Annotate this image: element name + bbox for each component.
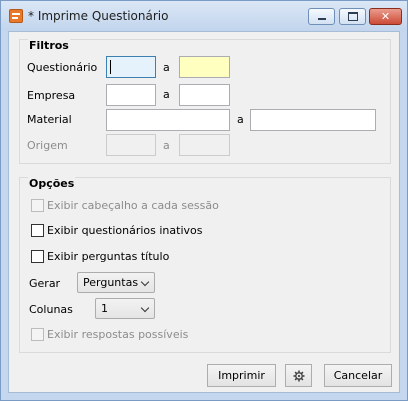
origem-from-input (106, 134, 156, 156)
gerar-label: Gerar (29, 277, 61, 290)
gerar-select[interactable]: Perguntas (77, 272, 155, 293)
cancelar-button[interactable]: Cancelar (324, 364, 392, 387)
imprimir-button-label: Imprimir (218, 369, 265, 382)
empresa-range-sep: a (163, 88, 170, 101)
checkbox-box (31, 199, 44, 212)
imprimir-button[interactable]: Imprimir (207, 364, 276, 387)
text-caret (110, 60, 111, 74)
checkbox-box (31, 328, 44, 341)
filtros-group: Filtros Questionário a Empresa a Materia… (19, 39, 391, 164)
dialog-content: Filtros Questionário a Empresa a Materia… (8, 31, 400, 393)
origem-to-input (179, 134, 230, 156)
app-icon (9, 9, 23, 23)
maximize-button[interactable] (339, 8, 366, 25)
material-range-sep: a (237, 113, 244, 126)
chevron-down-icon (140, 277, 150, 287)
close-button[interactable]: ✕ (369, 8, 402, 25)
questionario-from-input[interactable] (106, 56, 156, 78)
exibir-inativos-label[interactable]: Exibir questionários inativos (47, 224, 202, 237)
filtros-legend: Filtros (28, 39, 70, 52)
settings-button[interactable] (285, 364, 312, 387)
cancelar-button-label: Cancelar (333, 369, 383, 382)
empresa-from-input[interactable] (106, 84, 156, 106)
origem-label: Origem (27, 139, 68, 152)
chevron-down-icon (140, 303, 150, 313)
exibir-respostas-label: Exibir respostas possíveis (47, 328, 189, 341)
colunas-selected-value: 1 (101, 302, 108, 315)
checkbox-box[interactable] (31, 250, 44, 263)
questionario-label: Questionário (27, 61, 98, 74)
material-from-input[interactable] (106, 109, 230, 131)
questionario-to-input[interactable] (179, 56, 230, 78)
dialog-window: * Imprime Questionário ✕ Filtros Questio… (0, 0, 408, 401)
opcoes-legend: Opções (28, 177, 76, 190)
colunas-label: Colunas (29, 303, 73, 316)
checkbox-box[interactable] (31, 224, 44, 237)
close-icon: ✕ (380, 10, 391, 23)
minimize-button[interactable] (308, 8, 335, 25)
empresa-to-input[interactable] (179, 84, 230, 106)
gerar-selected-value: Perguntas (83, 276, 139, 289)
questionario-range-sep: a (163, 61, 170, 74)
exibir-perguntas-titulo-label[interactable]: Exibir perguntas título (47, 250, 169, 263)
title-bar[interactable]: * Imprime Questionário ✕ (1, 1, 407, 31)
material-label: Material (27, 113, 72, 126)
window-title: * Imprime Questionário (28, 9, 169, 23)
origem-range-sep: a (163, 139, 170, 152)
exibir-cabecalho-label: Exibir cabeçalho a cada sessão (47, 199, 219, 212)
gear-icon (293, 370, 305, 382)
colunas-select[interactable]: 1 (95, 298, 155, 319)
opcoes-group: Opções Exibir cabeçalho a cada sessão Ex… (19, 177, 391, 353)
empresa-label: Empresa (27, 89, 76, 102)
material-to-input[interactable] (250, 109, 376, 131)
